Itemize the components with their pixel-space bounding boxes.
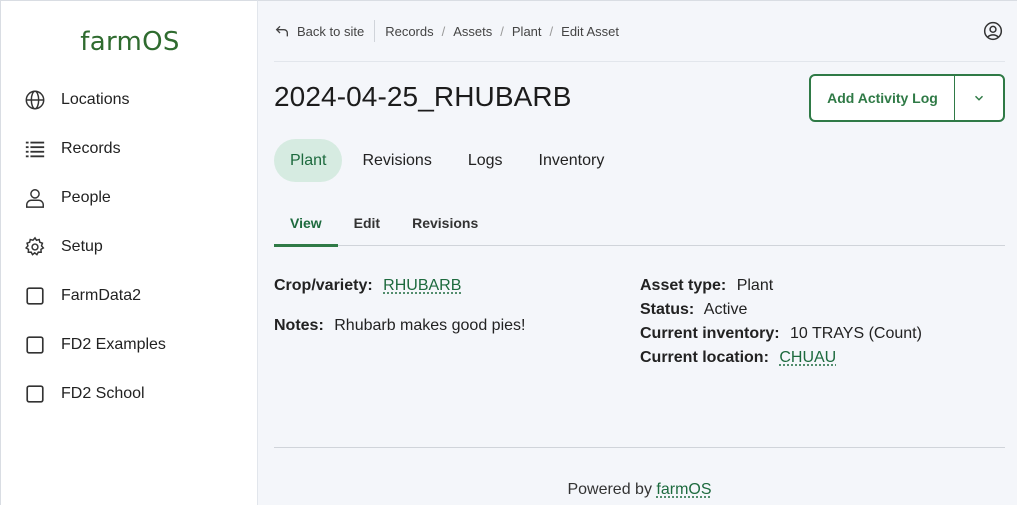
asset-type-value: Plant	[736, 277, 774, 294]
current-inventory-label: Current inventory:	[640, 325, 780, 342]
square-icon	[23, 382, 47, 406]
gear-icon	[23, 235, 47, 259]
sidebar-item-label: FD2 School	[61, 384, 145, 402]
breadcrumb-records[interactable]: Records	[385, 24, 433, 39]
sidebar-item-label: Locations	[61, 90, 130, 108]
crop-variety-link[interactable]: RHUBARB	[383, 277, 461, 294]
back-label: Back to site	[297, 23, 365, 39]
tab-revisions[interactable]: Revisions	[346, 139, 447, 182]
status-label: Status:	[640, 301, 695, 318]
back-arrow-icon	[275, 25, 288, 37]
sidebar-nav: Locations Records People Setup FarmData2	[1, 75, 259, 418]
secondary-tabs: View Edit Revisions	[274, 200, 1005, 247]
sidebar-item-people[interactable]: People	[1, 173, 259, 222]
main-content: Back to site Records / Assets / Plant / …	[258, 0, 1017, 505]
breadcrumb-assets[interactable]: Assets	[453, 24, 492, 39]
back-to-site-link[interactable]: Back to site	[274, 20, 376, 42]
breadcrumb-current: Edit Asset	[561, 23, 619, 39]
top-bar: Back to site Records / Assets / Plant / …	[274, 1, 1005, 62]
sidebar-item-label: FarmData2	[61, 286, 142, 304]
subtab-view[interactable]: View	[274, 200, 338, 247]
sidebar-item-records[interactable]: Records	[1, 124, 259, 173]
square-icon	[23, 284, 47, 308]
sidebar-item-fd2-examples[interactable]: FD2 Examples	[1, 320, 259, 369]
sidebar-item-fd2-school[interactable]: FD2 School	[1, 369, 259, 418]
person-icon	[23, 186, 47, 210]
current-location-field: Current location: CHUAU	[640, 349, 836, 367]
sidebar: farmOS Locations Records People Setup Fa…	[0, 0, 258, 505]
user-circle-icon[interactable]	[983, 21, 1003, 41]
subtab-edit[interactable]: Edit	[338, 200, 396, 246]
sidebar-item-label: Records	[61, 139, 121, 157]
sidebar-item-setup[interactable]: Setup	[1, 222, 259, 271]
globe-icon	[23, 88, 47, 112]
current-location-link[interactable]: CHUAU	[779, 349, 836, 366]
current-inventory-value: 10 TRAYS (Count)	[790, 325, 922, 342]
add-activity-log-group: Add Activity Log	[809, 74, 1005, 122]
status-field: Status: Active	[640, 301, 747, 319]
breadcrumb: Records / Assets / Plant / Edit Asset	[385, 24, 619, 39]
subtab-revisions[interactable]: Revisions	[396, 200, 494, 246]
sidebar-item-label: FD2 Examples	[61, 335, 166, 353]
tab-plant[interactable]: Plant	[274, 139, 343, 182]
page-title: 2024-04-25_RHUBARB	[274, 81, 572, 112]
square-icon	[23, 333, 47, 357]
current-location-label: Current location:	[640, 349, 769, 366]
status-value: Active	[703, 301, 748, 318]
add-activity-log-button[interactable]: Add Activity Log	[811, 76, 955, 120]
asset-type-label: Asset type:	[640, 277, 727, 294]
tab-inventory[interactable]: Inventory	[523, 139, 621, 182]
primary-tabs: Plant Revisions Logs Inventory	[274, 139, 624, 182]
footer-divider	[274, 447, 1005, 448]
current-inventory-field: Current inventory: 10 TRAYS (Count)	[640, 325, 922, 343]
breadcrumb-plant[interactable]: Plant	[512, 24, 542, 39]
chevron-down-icon	[974, 95, 984, 101]
action-dropdown-toggle[interactable]	[955, 76, 1003, 120]
tab-logs[interactable]: Logs	[452, 139, 519, 182]
sidebar-item-farmdata2[interactable]: FarmData2	[1, 271, 259, 320]
footer: Powered by farmOS	[274, 481, 1005, 499]
breadcrumb-separator: /	[549, 23, 554, 39]
notes-label: Notes:	[274, 317, 324, 334]
footer-prefix: Powered by	[567, 481, 652, 498]
sidebar-item-label: Setup	[61, 237, 103, 255]
notes-field: Notes: Rhubarb makes good pies!	[274, 317, 525, 335]
sidebar-item-locations[interactable]: Locations	[1, 75, 259, 124]
breadcrumb-separator: /	[441, 23, 446, 39]
footer-farmos-link[interactable]: farmOS	[656, 481, 711, 498]
farmos-logo[interactable]: farmOS	[1, 27, 259, 57]
crop-variety-label: Crop/variety:	[274, 277, 373, 294]
notes-value: Rhubarb makes good pies!	[334, 317, 526, 334]
asset-type-field: Asset type: Plant	[640, 277, 773, 295]
breadcrumb-separator: /	[500, 23, 504, 39]
crop-variety-field: Crop/variety: RHUBARB	[274, 277, 461, 295]
sidebar-item-label: People	[61, 188, 111, 206]
list-icon	[23, 137, 47, 161]
